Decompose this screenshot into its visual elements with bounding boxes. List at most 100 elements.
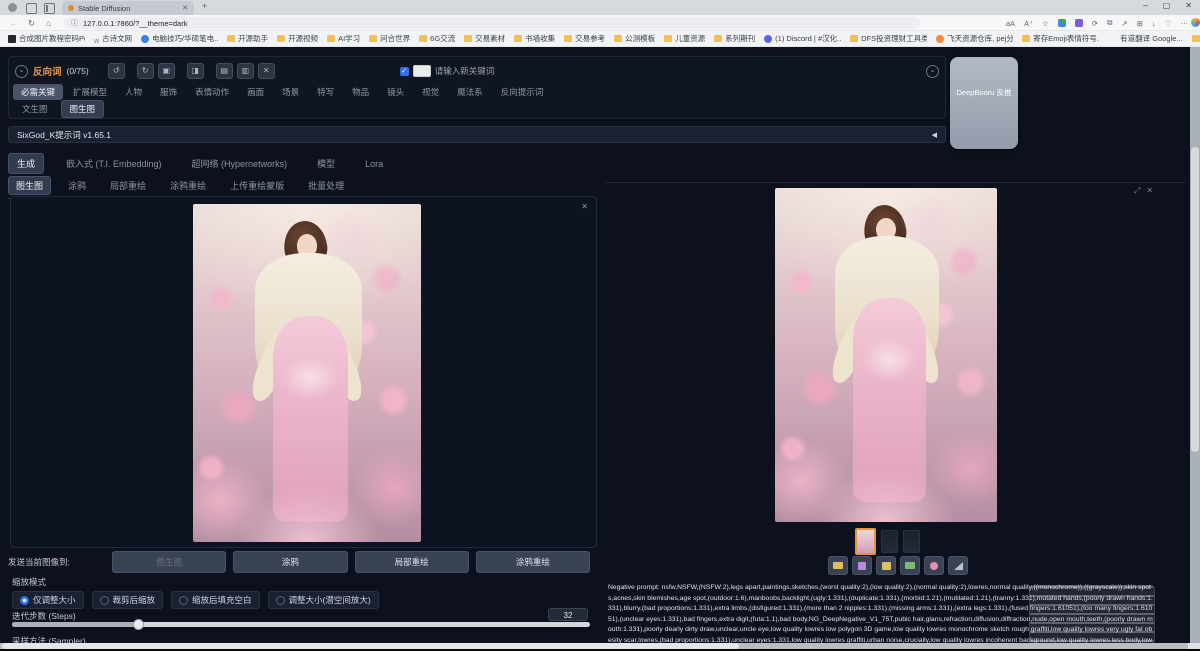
gallery-thumbnail-selected[interactable] xyxy=(855,528,876,555)
vertical-scrollbar[interactable] xyxy=(1190,47,1200,651)
steps-value-input[interactable]: 32 xyxy=(548,608,588,621)
main-tab[interactable]: 生成 xyxy=(8,153,44,174)
gallery-action-button[interactable] xyxy=(828,556,848,575)
category-tab[interactable]: 镜头 xyxy=(379,84,412,100)
prompt-tool-button[interactable]: ◨ xyxy=(187,63,204,79)
category-tab[interactable]: 物品 xyxy=(344,84,377,100)
resize-mode-option[interactable]: 调整大小(潜空间放大) xyxy=(268,591,379,609)
gallery-close-icon[interactable]: ✕ xyxy=(1146,186,1153,196)
send-to-button[interactable]: 涂鸦重绘 xyxy=(476,551,590,573)
toolbar-icon[interactable] xyxy=(1075,19,1083,27)
prompt-tool-button[interactable]: ↺ xyxy=(108,63,125,79)
source-image-preview[interactable] xyxy=(193,204,421,542)
send-to-button[interactable]: 涂鸦 xyxy=(233,551,347,573)
mode-tab[interactable]: 图生图 xyxy=(61,100,105,118)
bookmark-item[interactable]: (1) Discord | #汉化... xyxy=(764,33,841,44)
gallery-action-button[interactable] xyxy=(948,556,968,575)
img2img-tab[interactable]: 图生图 xyxy=(8,176,51,195)
category-tab[interactable]: 场景 xyxy=(274,84,307,100)
img2img-tab[interactable]: 局部重绘 xyxy=(103,177,153,194)
category-tab[interactable]: 人物 xyxy=(117,84,150,100)
bookmark-item[interactable]: 6G交流 xyxy=(419,33,455,44)
category-tab[interactable]: 表情动作 xyxy=(187,84,237,100)
toolbar-icon[interactable]: ☆ xyxy=(1042,19,1049,28)
img2img-tab[interactable]: 批量处理 xyxy=(301,177,351,194)
profile-icon[interactable] xyxy=(8,3,17,12)
toolbar-icon[interactable]: A⁺ xyxy=(1024,19,1033,28)
window-close-button[interactable]: ✕ xyxy=(1185,1,1192,10)
send-to-button[interactable]: 局部重绘 xyxy=(355,551,469,573)
prompt-tool-button[interactable]: ▤ xyxy=(216,63,233,79)
prompt-tool-button[interactable]: ✕ xyxy=(258,63,275,79)
main-tab[interactable]: 嵌入式 (T.I. Embedding) xyxy=(58,154,170,173)
prompt-tool-button[interactable]: ▥ xyxy=(237,63,254,79)
bookmark-item[interactable]: 开源助手 xyxy=(227,33,268,44)
gallery-action-button[interactable] xyxy=(876,556,896,575)
category-tab[interactable]: 扩展模型 xyxy=(65,84,115,100)
bookmark-item[interactable]: 合成图片教程密码Pol... xyxy=(8,33,85,44)
copilot-icon[interactable] xyxy=(1191,18,1200,27)
vertical-tabs-icon[interactable] xyxy=(44,3,55,14)
gallery-thumbnail[interactable] xyxy=(903,530,920,553)
tab-actions-icon[interactable] xyxy=(26,3,37,14)
bookmark-item[interactable]: DFS投资理财工具类.(p... xyxy=(850,33,927,44)
remove-image-icon[interactable]: ✕ xyxy=(581,202,588,211)
slider-handle[interactable] xyxy=(133,619,144,630)
resize-mode-option[interactable]: 缩放后填充空白 xyxy=(171,591,260,609)
keyword-checkbox[interactable]: ✓ xyxy=(400,67,409,76)
category-tab[interactable]: 视觉 xyxy=(414,84,447,100)
gallery-action-button[interactable] xyxy=(852,556,872,575)
bookmark-item[interactable]: 古诗文网 xyxy=(94,31,132,47)
bookmark-item[interactable]: 电脑技巧/华硕笔电... xyxy=(141,33,218,44)
img2img-tab[interactable]: 涂鸦 xyxy=(61,177,93,194)
category-tab[interactable]: 魔法系 xyxy=(449,84,491,100)
toolbar-icon[interactable]: ⟳ xyxy=(1092,19,1098,28)
tab-close-icon[interactable]: ✕ xyxy=(182,4,188,12)
gallery-action-button[interactable] xyxy=(924,556,944,575)
category-tab[interactable]: 特写 xyxy=(309,84,342,100)
bookmark-item[interactable]: 有道翻译 Google... xyxy=(1117,33,1183,44)
img2img-tab[interactable]: 上传重绘蒙版 xyxy=(223,177,291,194)
category-tab[interactable]: 画面 xyxy=(239,84,272,100)
toolbar-icon[interactable]: ⋯ xyxy=(1181,19,1189,28)
address-bar[interactable]: ⓘ 127.0.0.1:7860/?__theme=dark xyxy=(64,17,920,29)
prompt-tool-button[interactable]: ↻ xyxy=(137,63,154,79)
keyword-input[interactable] xyxy=(413,65,431,77)
panel-chevron-icon[interactable]: ⌄ xyxy=(15,65,28,78)
bookmark-item[interactable]: 交易参考 xyxy=(564,33,605,44)
gallery-action-button[interactable] xyxy=(900,556,920,575)
vertical-scrollbar-thumb[interactable] xyxy=(1191,147,1199,452)
toolbar-icon[interactable]: ↓ xyxy=(1152,19,1156,28)
gallery-expand-icon[interactable]: ⤢ xyxy=(1134,186,1140,196)
bookmark-item[interactable]: 寄存Emoji表情符号... xyxy=(1022,33,1099,44)
sixgod-accordion[interactable]: SixGod_K提示词 v1.65.1 ◀ xyxy=(8,126,946,143)
panel-collapse-icon[interactable]: ⌄ xyxy=(926,65,939,78)
main-tab[interactable]: 模型 xyxy=(309,154,343,173)
bookmark-item[interactable]: 儿童资源 xyxy=(664,33,705,44)
new-tab-button[interactable]: + xyxy=(202,1,207,11)
img2img-tab[interactable]: 涂鸦重绘 xyxy=(163,177,213,194)
toolbar-icon[interactable]: ♡ xyxy=(1165,19,1172,28)
bookmark-item[interactable]: 交易素材 xyxy=(464,33,505,44)
toolbar-icon[interactable]: aA xyxy=(1006,19,1015,28)
bookmark-item[interactable]: 书墙收集 xyxy=(514,33,555,44)
bookmark-item[interactable]: 问合世界 xyxy=(369,33,410,44)
mode-tab[interactable]: 文生图 xyxy=(13,100,57,118)
bookmark-item[interactable]: 电子书库 xyxy=(1192,33,1200,44)
result-image-preview[interactable] xyxy=(775,188,997,522)
refresh-icon[interactable]: ↻ xyxy=(28,18,35,29)
category-tab[interactable]: 反向提示词 xyxy=(493,84,552,100)
bookmark-item[interactable]: 公测模板 xyxy=(614,33,655,44)
main-tab[interactable]: 超网络 (Hypernetworks) xyxy=(184,154,296,173)
gallery-thumbnail[interactable] xyxy=(881,530,898,553)
prompt-tool-button[interactable]: ▣ xyxy=(158,63,175,79)
browser-tab[interactable]: Stable Diffusion ✕ xyxy=(62,1,194,15)
back-icon[interactable]: ← xyxy=(10,18,19,28)
category-tab[interactable]: 服饰 xyxy=(152,84,185,100)
steps-slider[interactable] xyxy=(12,622,590,627)
resize-mode-option[interactable]: 仅调整大小 xyxy=(12,591,84,609)
bookmark-item[interactable]: 系列期刊 xyxy=(714,33,755,44)
home-icon[interactable]: ⌂ xyxy=(46,18,51,28)
send-to-button[interactable]: 图生图 xyxy=(112,551,226,573)
toolbar-icon[interactable]: ⧉ xyxy=(1107,18,1112,28)
